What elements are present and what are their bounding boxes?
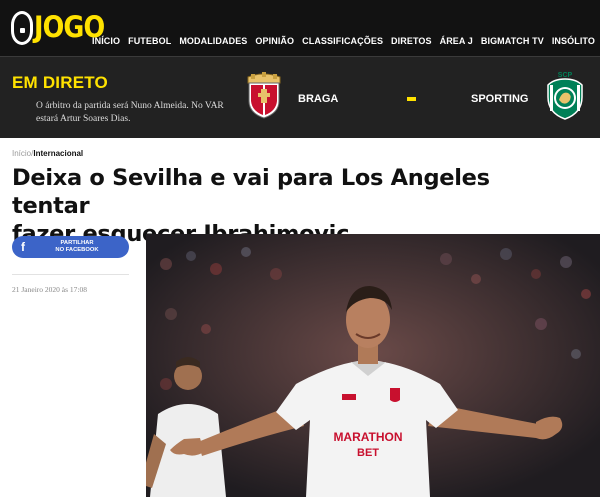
sporting-crest-icon: SCP	[547, 72, 583, 120]
breadcrumb-current[interactable]: Internacional	[33, 149, 83, 158]
braga-crest-icon	[247, 72, 281, 119]
nav-item-area-j[interactable]: ÁREA J	[440, 36, 473, 46]
article-photo-illustration: MARATHON BET	[146, 234, 600, 497]
svg-text:SCP: SCP	[558, 72, 573, 79]
logo-o-mark	[11, 10, 33, 45]
facebook-icon: f	[21, 240, 25, 254]
nav-item-opiniao[interactable]: OPINIÃO	[255, 36, 294, 46]
nav-item-inicio[interactable]: INÍCIO	[92, 36, 120, 46]
share-facebook-label: PARTILHAR NO FACEBOOK	[42, 240, 112, 254]
score-separator	[407, 97, 416, 101]
breadcrumb-home[interactable]: Início	[12, 149, 31, 158]
away-team-name: SPORTING	[471, 93, 529, 105]
page: JOGO INÍCIO FUTEBOL MODALIDADES OPINIÃO …	[0, 0, 600, 497]
jersey-sponsor-line-2: BET	[357, 447, 379, 459]
home-team-name: BRAGA	[298, 93, 339, 105]
live-update-text: O árbitro da partida será Nuno Almeida. …	[36, 101, 224, 124]
main-nav: INÍCIO FUTEBOL MODALIDADES OPINIÃO CLASS…	[92, 36, 600, 46]
share-label-line-1: PARTILHAR	[60, 240, 94, 246]
live-label: EM DIRETO	[12, 73, 108, 92]
live-match-strip[interactable]: EM DIRETO O árbitro da partida será Nuno…	[0, 56, 600, 138]
headline-line-1: Deixa o Sevilha e vai para Los Angeles t…	[12, 165, 490, 219]
nav-item-classificacoes[interactable]: CLASSIFICAÇÕES	[302, 36, 383, 46]
nav-item-futebol[interactable]: FUTEBOL	[128, 36, 171, 46]
nav-item-insolito[interactable]: INSÓLITO	[552, 36, 595, 46]
share-facebook-button[interactable]: f PARTILHAR NO FACEBOOK	[12, 236, 129, 258]
sidebar-divider	[12, 274, 129, 275]
jersey-sponsor-line-1: MARATHON	[333, 430, 402, 444]
share-label-line-2: NO FACEBOOK	[55, 247, 99, 253]
article-date: 21 Janeiro 2020 às 17:08	[12, 285, 87, 294]
breadcrumb: Início/Internacional	[12, 149, 83, 158]
nav-item-modalidades[interactable]: MODALIDADES	[179, 36, 247, 46]
top-navigation-bar: JOGO INÍCIO FUTEBOL MODALIDADES OPINIÃO …	[0, 0, 600, 56]
nav-item-diretos[interactable]: DIRETOS	[391, 36, 432, 46]
article-photo[interactable]: MARATHON BET	[146, 234, 600, 497]
nav-item-bigmatch-tv[interactable]: BIGMATCH TV	[481, 36, 544, 46]
